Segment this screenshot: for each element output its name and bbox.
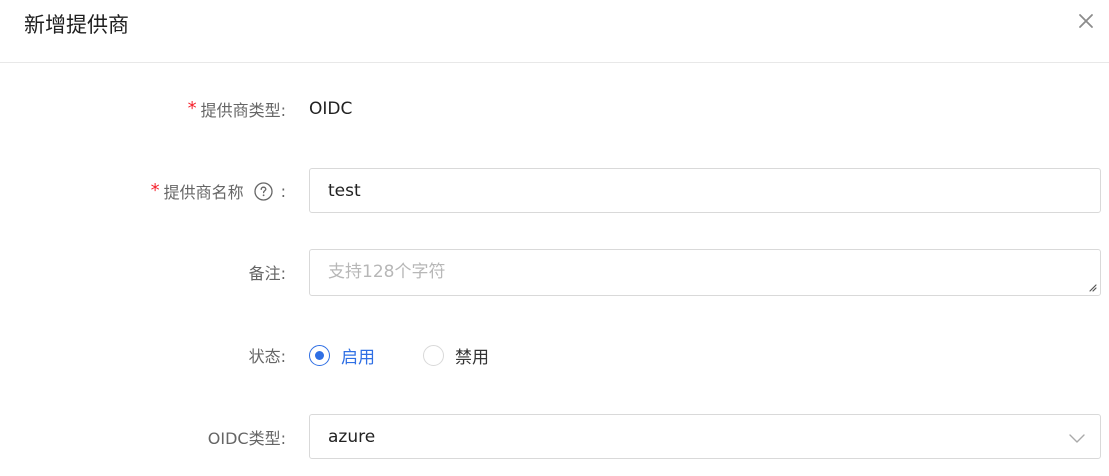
status-option-label: 启用 (341, 347, 375, 368)
provider-name-label-text: 提供商名称 (163, 183, 244, 202)
oidc-type-selected-value: azure (328, 427, 376, 447)
radio-unchecked-icon[interactable] (423, 344, 444, 366)
radio-checked-icon[interactable] (309, 344, 330, 366)
provider-name-input[interactable] (310, 169, 1100, 212)
question-circle-icon[interactable] (253, 181, 273, 201)
provider-name-field[interactable] (309, 168, 1101, 213)
chevron-down-icon[interactable] (1068, 429, 1086, 447)
provider-type-label-text: 提供商类型: (200, 101, 286, 120)
oidc-type-label: OIDC类型: (207, 429, 286, 448)
provider-name-label: * 提供商名称 : (151, 179, 286, 203)
close-icon[interactable] (1075, 10, 1097, 32)
remark-label: 备注: (248, 264, 286, 283)
status-radio-group: 启用 禁用 (309, 343, 537, 368)
status-radio-disabled[interactable]: 禁用 (423, 343, 489, 368)
oidc-type-select[interactable]: azure (309, 414, 1101, 459)
required-mark: * (187, 98, 197, 119)
status-radio-enabled[interactable]: 启用 (309, 343, 375, 368)
required-mark: * (150, 180, 160, 201)
remark-field[interactable] (309, 249, 1101, 296)
provider-type-label: * 提供商类型: (188, 97, 286, 121)
provider-name-colon: : (280, 181, 286, 201)
dialog-title: 新增提供商 (24, 13, 129, 37)
dialog-header: 新增提供商 (0, 0, 1109, 63)
add-provider-dialog: 新增提供商 * 提供商类型: OIDC * 提供商名称 : test 备注: 支… (0, 0, 1109, 476)
remark-textarea[interactable] (310, 250, 1100, 295)
status-option-label: 禁用 (455, 347, 489, 368)
status-label: 状态: (248, 347, 286, 366)
provider-type-value: OIDC (309, 99, 353, 119)
resize-handle-icon[interactable] (1087, 282, 1097, 292)
